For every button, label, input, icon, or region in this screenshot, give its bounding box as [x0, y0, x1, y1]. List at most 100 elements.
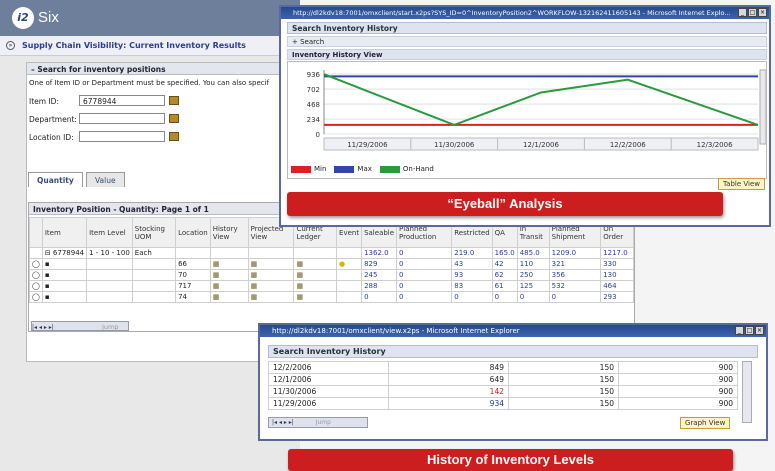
table-row[interactable]: ◯ ▪ 74 ▦ ▦ ▦ 0 0 0 0 0 0 293	[29, 291, 634, 303]
table-cell	[131, 291, 177, 303]
table-row[interactable]: 11/29/2006 934 150 900	[268, 397, 738, 410]
table-cell	[86, 280, 133, 292]
table-row[interactable]: ◯ ▪ 66 ▦ ▦ ▦ ● 829 0 43 42 110 321 330	[29, 258, 634, 270]
table-cell	[336, 247, 363, 259]
table-cell: ▦	[293, 269, 338, 281]
column-header[interactable]: Item	[41, 217, 88, 248]
table-cell: 150	[508, 361, 619, 374]
maximize-icon[interactable]: □	[745, 326, 754, 335]
legend-item: Max	[334, 165, 372, 173]
item-id-input[interactable]: 6778944	[79, 95, 165, 106]
table-cell: 649	[388, 373, 509, 386]
table-cell: ▦	[247, 269, 295, 281]
table-row[interactable]: 12/2/2006 849 150 900	[268, 361, 738, 374]
table-cell	[293, 247, 338, 259]
table-cell: 70	[175, 269, 211, 281]
table-cell: 321	[548, 258, 602, 270]
lookup-icon[interactable]	[169, 132, 179, 141]
lookup-icon[interactable]	[169, 96, 179, 105]
legend-swatch	[379, 165, 400, 173]
table-cell: 717	[175, 280, 211, 292]
table-cell: 0	[396, 291, 453, 303]
table-cell: 900	[618, 373, 738, 386]
jump-button[interactable]: Jump	[102, 323, 119, 331]
table-cell: 150	[508, 373, 619, 386]
table-cell: 0	[361, 291, 398, 303]
table-cell: 485.0	[516, 247, 550, 259]
y-tick-label: 468	[307, 101, 320, 109]
table-cell: 1362.0	[361, 247, 398, 259]
search-hint: One of Item ID or Department must be spe…	[29, 79, 270, 87]
table-row[interactable]: 12/1/2006 649 150 900	[268, 373, 738, 386]
department-input[interactable]	[79, 113, 165, 124]
y-tick-label: 234	[307, 116, 321, 124]
page-title: Supply Chain Visibility: Current Invento…	[22, 41, 246, 50]
search-panel-heading[interactable]: – Search for inventory positions	[27, 63, 305, 75]
table-cell: 245	[361, 269, 398, 281]
table-cell: 74	[175, 291, 211, 303]
item-id-label: Item ID:	[29, 97, 59, 106]
legend-item: Min	[291, 165, 326, 173]
window-title: http://dl2kdv18:7001/omxclient/start.x2p…	[281, 7, 769, 19]
graph-view-button[interactable]: Graph View	[680, 417, 731, 429]
table-cell: 125	[516, 280, 550, 292]
table-view-button[interactable]: Table View	[718, 178, 765, 190]
table-cell: ▪	[41, 291, 88, 303]
column-header: History View	[209, 217, 249, 248]
minimize-icon[interactable]: _	[738, 8, 747, 17]
location-label: Location ID:	[29, 133, 74, 142]
table-cell: ▦	[209, 258, 249, 270]
tab-value[interactable]: Value	[86, 172, 125, 187]
y-tick-label: 936	[307, 71, 321, 79]
jump-button[interactable]: Jump	[316, 419, 331, 426]
close-icon[interactable]: ×	[755, 326, 764, 335]
legend-swatch	[334, 165, 355, 173]
x-tick-label: 11/29/2006	[347, 141, 388, 149]
collapse-icon[interactable]: »	[6, 41, 15, 50]
table-cell: 165.0	[491, 247, 518, 259]
table-cell: 464	[600, 280, 634, 292]
scrollbar[interactable]	[742, 361, 752, 423]
search-toggle[interactable]: + Search	[287, 36, 767, 47]
table-cell: 11/30/2006	[268, 385, 389, 398]
view-title: Inventory History View	[287, 49, 767, 60]
column-header: Stocking UOM	[131, 217, 177, 248]
location-input[interactable]	[79, 131, 165, 142]
maximize-icon[interactable]: □	[748, 8, 757, 17]
table-cell: 12/1/2006	[268, 373, 389, 386]
table-row[interactable]: ⊟ 6778944 1 - 10 - 100 Each 1362.0 0 219.0 165…	[29, 247, 634, 259]
table-cell: 1 - 10 - 100	[86, 247, 133, 259]
column-header: Location	[175, 217, 211, 248]
table-cell: 219.0	[451, 247, 493, 259]
table-cell: 849	[388, 361, 509, 374]
brand-bar: i2 Six	[0, 0, 300, 36]
table-row[interactable]: 11/30/2006 142 150 900	[268, 385, 738, 398]
table-cell: 0	[548, 291, 602, 303]
tab-quantity[interactable]: Quantity	[28, 172, 83, 187]
table-cell	[175, 247, 211, 259]
table-cell	[29, 247, 43, 259]
table-cell: ◯	[29, 269, 43, 281]
table-cell: Each	[131, 247, 177, 259]
x-tick-label: 11/30/2006	[434, 141, 475, 149]
close-icon[interactable]: ×	[758, 8, 767, 17]
legend-label: Max	[357, 165, 372, 173]
pager[interactable]: |◂ ◂ ▸ ▸| Jump	[31, 321, 129, 331]
section-header: Search Inventory History	[268, 345, 758, 358]
table-row[interactable]: ◯ ▪ 717 ▦ ▦ ▦ 288 0 83 61 125 532 464	[29, 280, 634, 292]
lookup-icon[interactable]	[169, 114, 179, 123]
pager[interactable]: |◂ ◂ ▸ ▸| Jump	[268, 417, 368, 428]
table-cell: 900	[618, 397, 738, 410]
minimize-icon[interactable]: _	[735, 326, 744, 335]
table-cell: ▪	[41, 258, 88, 270]
history-banner: History of Inventory Levels	[288, 449, 733, 471]
table-cell: 900	[618, 385, 738, 398]
table-cell: 150	[508, 397, 619, 410]
table-cell: 0	[396, 280, 453, 292]
table-cell: 1217.0	[600, 247, 634, 259]
history-table: 12/2/2006 849 150 900 12/1/2006 649 150 900 11/3…	[268, 361, 738, 410]
table-cell: ▦	[293, 280, 338, 292]
chart-svg: 0 234 468 702 936 11/29/2006 11/30/2006 12/1/20…	[307, 69, 767, 151]
table-row[interactable]: ◯ ▪ 70 ▦ ▦ ▦ 245 0 93 62 250 356 130	[29, 269, 634, 281]
table-cell: ▦	[247, 291, 295, 303]
